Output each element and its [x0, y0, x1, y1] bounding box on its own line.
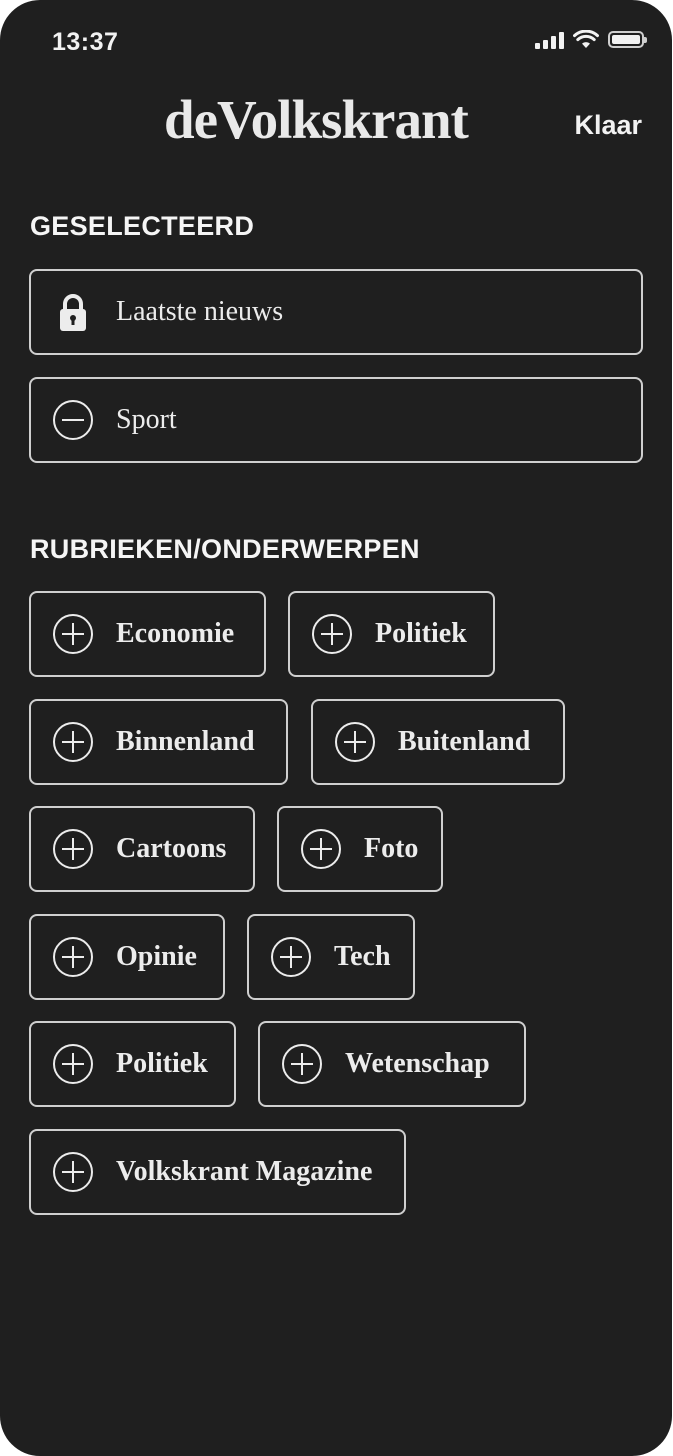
done-button[interactable]: Klaar — [574, 110, 642, 141]
topic-chip-label: Wetenschap — [345, 1048, 490, 1079]
selected-item-label: Sport — [116, 404, 177, 435]
topic-chip-label: Tech — [334, 941, 391, 972]
app-logo: deVolkskrant — [164, 89, 469, 150]
topic-chip-binnenland[interactable]: Binnenland — [29, 699, 288, 785]
topic-chip-label: Foto — [364, 833, 419, 864]
topic-chip-label: Politiek — [375, 618, 467, 649]
topic-chip-label: Politiek — [116, 1048, 208, 1079]
topic-chip-cartoons[interactable]: Cartoons — [29, 806, 255, 892]
plus-circle-icon — [53, 1044, 93, 1084]
selected-item-sport[interactable]: Sport — [29, 377, 643, 463]
wifi-icon — [573, 30, 599, 48]
topic-chip-label: Cartoons — [116, 833, 227, 864]
selected-item-label: Laatste nieuws — [116, 296, 284, 327]
topic-chip-foto[interactable]: Foto — [277, 806, 443, 892]
status-icons — [535, 30, 647, 49]
plus-circle-icon — [53, 937, 93, 977]
plus-circle-icon — [53, 614, 93, 654]
plus-circle-icon — [301, 829, 341, 869]
plus-circle-icon — [53, 829, 93, 869]
plus-circle-icon — [53, 1152, 93, 1192]
plus-circle-icon — [282, 1044, 322, 1084]
plus-circle-icon — [271, 937, 311, 977]
plus-circle-icon — [312, 614, 352, 654]
topic-chip-label: Volkskrant Magazine — [116, 1156, 373, 1187]
topic-chip-volkskrant-magazine[interactable]: Volkskrant Magazine — [29, 1129, 406, 1215]
selected-heading: GESELECTEERD — [30, 211, 255, 241]
lock-icon — [60, 294, 86, 331]
topic-chip-wetenschap[interactable]: Wetenschap — [258, 1021, 526, 1107]
topic-chip-label: Opinie — [116, 941, 197, 972]
status-time: 13:37 — [52, 28, 119, 56]
cellular-signal-icon — [535, 31, 564, 49]
minus-circle-icon[interactable] — [51, 398, 95, 442]
topic-chip-economie[interactable]: Economie — [29, 591, 266, 677]
plus-circle-icon — [335, 722, 375, 762]
plus-circle-icon — [53, 722, 93, 762]
topic-chip-politiek-2[interactable]: Politiek — [29, 1021, 236, 1107]
topic-chip-label: Buitenland — [398, 726, 531, 757]
topic-chip-buitenland[interactable]: Buitenland — [311, 699, 565, 785]
app-screen: 13:37 deVolkskrant Klaar GESELECTEERD La… — [0, 0, 672, 1456]
topic-chip-tech[interactable]: Tech — [247, 914, 415, 1000]
battery-icon — [608, 31, 647, 48]
selected-item-laatste-nieuws: Laatste nieuws — [29, 269, 643, 355]
topic-chip-opinie[interactable]: Opinie — [29, 914, 225, 1000]
topic-chip-politiek[interactable]: Politiek — [288, 591, 495, 677]
topic-chip-label: Economie — [116, 618, 235, 649]
topic-chip-label: Binnenland — [116, 726, 255, 757]
topics-heading: RUBRIEKEN/ONDERWERPEN — [30, 534, 420, 564]
